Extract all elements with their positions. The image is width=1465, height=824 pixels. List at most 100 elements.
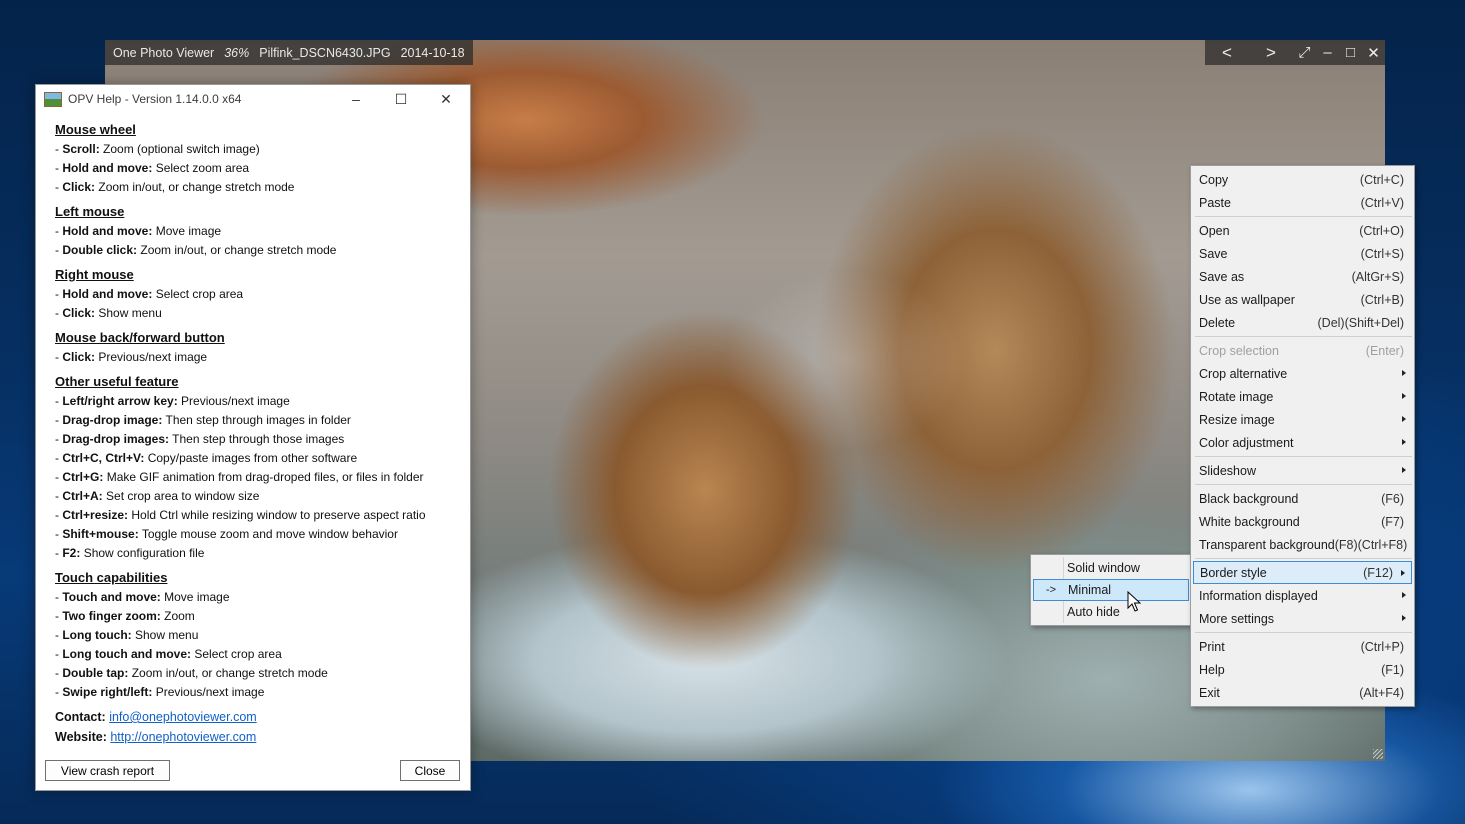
- help-line: - F2: Show configuration file: [55, 544, 451, 563]
- help-line: - Ctrl+C, Ctrl+V: Copy/paste images from…: [55, 449, 451, 468]
- mouse-pointer-icon: [1127, 591, 1141, 612]
- menu-separator: [1195, 336, 1412, 337]
- menu-item-information-displayed[interactable]: Information displayed: [1193, 584, 1412, 607]
- submenu-item-auto-hide[interactable]: Auto hide: [1033, 601, 1189, 623]
- help-line: - Two finger zoom: Zoom: [55, 607, 451, 626]
- help-line: - Ctrl+resize: Hold Ctrl while resizing …: [55, 506, 451, 525]
- menu-item-color-adjustment[interactable]: Color adjustment: [1193, 431, 1412, 454]
- help-titlebar[interactable]: OPV Help - Version 1.14.0.0 x64 – ☐ ✕: [36, 85, 470, 113]
- help-line-key: Shift+mouse:: [62, 527, 139, 541]
- menu-item-save-as[interactable]: Save as (AltGr+S): [1193, 265, 1412, 288]
- help-line-key: Click:: [62, 180, 96, 194]
- help-line-key: Long touch and move:: [62, 647, 192, 661]
- menu-item-more-settings[interactable]: More settings: [1193, 607, 1412, 630]
- help-line: - Hold and move: Select crop area: [55, 285, 451, 304]
- help-line-text: Move image: [155, 224, 222, 238]
- menu-item-copy[interactable]: Copy (Ctrl+C): [1193, 168, 1412, 191]
- contact-link[interactable]: info@onephotoviewer.com: [109, 710, 257, 724]
- help-line-key: Double click:: [62, 243, 138, 257]
- menu-item-label: Save: [1199, 246, 1228, 261]
- menu-item-crop-selection: Crop selection (Enter): [1193, 339, 1412, 362]
- menu-item-save[interactable]: Save (Ctrl+S): [1193, 242, 1412, 265]
- help-line: - Hold and move: Select zoom area: [55, 159, 451, 178]
- menu-item-crop-alternative[interactable]: Crop alternative: [1193, 362, 1412, 385]
- help-line-text: Zoom in/out, or change stretch mode: [131, 666, 328, 680]
- menu-item-label: White background: [1199, 514, 1300, 529]
- menu-item-shortcut: (Alt+F4): [1359, 685, 1404, 700]
- menu-item-help[interactable]: Help (F1): [1193, 658, 1412, 681]
- fullscreen-button[interactable]: ⤢: [1293, 40, 1316, 65]
- help-line-text: Select zoom area: [155, 161, 250, 175]
- help-section-title: Touch capabilities: [55, 570, 168, 585]
- help-line-text: Show menu: [98, 306, 162, 320]
- submenu-item-minimal[interactable]: -> Minimal: [1033, 579, 1189, 601]
- menu-separator: [1195, 456, 1412, 457]
- previous-image-button[interactable]: <: [1205, 40, 1249, 65]
- menu-item-transparent-background[interactable]: Transparent background (F8)(Ctrl+F8): [1193, 533, 1412, 556]
- menu-item-use-as-wallpaper[interactable]: Use as wallpaper (Ctrl+B): [1193, 288, 1412, 311]
- viewer-maximize-button[interactable]: □: [1339, 40, 1362, 65]
- help-line-text: Move image: [164, 590, 230, 604]
- viewer-controls: < > ⤢ – □ ✕: [1205, 40, 1385, 65]
- website-link[interactable]: http://onephotoviewer.com: [110, 730, 256, 744]
- help-line: - Double tap: Zoom in/out, or change str…: [55, 664, 451, 683]
- menu-item-slideshow[interactable]: Slideshow: [1193, 459, 1412, 482]
- help-line-text: Previous/next image: [181, 394, 290, 408]
- menu-item-label: Paste: [1199, 195, 1231, 210]
- help-line: - Click: Zoom in/out, or change stretch …: [55, 178, 451, 197]
- help-line-key: Two finger zoom:: [62, 609, 161, 623]
- next-image-button[interactable]: >: [1249, 40, 1293, 65]
- menu-item-black-background[interactable]: Black background (F6): [1193, 487, 1412, 510]
- help-line: - Double click: Zoom in/out, or change s…: [55, 241, 451, 260]
- help-line-text: Previous/next image: [98, 350, 208, 364]
- menu-item-label: Help: [1199, 662, 1225, 677]
- menu-item-label: Crop alternative: [1199, 366, 1288, 381]
- submenu-item-solid-window[interactable]: Solid window: [1033, 557, 1189, 579]
- menu-item-rotate-image[interactable]: Rotate image: [1193, 385, 1412, 408]
- help-line: - Left/right arrow key: Previous/next im…: [55, 392, 451, 411]
- menu-item-label: Information displayed: [1199, 588, 1318, 603]
- menu-item-exit[interactable]: Exit (Alt+F4): [1193, 681, 1412, 704]
- submenu-arrow-icon: [1402, 467, 1406, 473]
- menu-item-shortcut: (Del)(Shift+Del): [1317, 315, 1404, 330]
- menu-item-border-style[interactable]: Border style (F12): [1193, 561, 1412, 584]
- menu-item-open[interactable]: Open (Ctrl+O): [1193, 219, 1412, 242]
- menu-item-shortcut: (F8)(Ctrl+F8): [1334, 537, 1408, 552]
- menu-item-shortcut: (F1): [1381, 662, 1404, 677]
- menu-item-label: Color adjustment: [1199, 435, 1294, 450]
- help-maximize-button[interactable]: ☐: [378, 85, 424, 113]
- contact-link-row: Contact: info@onephotoviewer.com: [55, 707, 451, 727]
- menu-item-print[interactable]: Print (Ctrl+P): [1193, 635, 1412, 658]
- help-line: - Long touch and move: Select crop area: [55, 645, 451, 664]
- help-line-key: Drag-drop images:: [62, 432, 170, 446]
- menu-item-resize-image[interactable]: Resize image: [1193, 408, 1412, 431]
- help-line-key: Ctrl+C, Ctrl+V:: [62, 451, 145, 465]
- submenu-arrow-icon: [1402, 592, 1406, 598]
- view-crash-report-button[interactable]: View crash report: [45, 760, 170, 781]
- viewer-minimize-button[interactable]: –: [1316, 40, 1339, 65]
- submenu-arrow-icon: [1402, 370, 1406, 376]
- viewer-close-button[interactable]: ✕: [1362, 40, 1385, 65]
- help-line: - Drag-drop image: Then step through ima…: [55, 411, 451, 430]
- help-line-key: Ctrl+resize:: [62, 508, 129, 522]
- help-line-text: Previous/next image: [155, 685, 265, 699]
- menu-item-label: Border style: [1200, 565, 1267, 580]
- help-line: - Shift+mouse: Toggle mouse zoom and mov…: [55, 525, 451, 544]
- menu-item-shortcut: (F6): [1381, 491, 1404, 506]
- submenu-item-label: Auto hide: [1067, 605, 1120, 619]
- help-line-text: Set crop area to window size: [106, 489, 260, 503]
- submenu-item-label: Solid window: [1067, 561, 1140, 575]
- help-close-text-button[interactable]: Close: [400, 760, 460, 781]
- menu-item-white-background[interactable]: White background (F7): [1193, 510, 1412, 533]
- menu-item-shortcut: (F7): [1381, 514, 1404, 529]
- menu-item-delete[interactable]: Delete (Del)(Shift+Del): [1193, 311, 1412, 334]
- resize-grip-icon[interactable]: [1373, 749, 1383, 759]
- menu-item-label: More settings: [1199, 611, 1275, 626]
- menu-item-label: Exit: [1199, 685, 1220, 700]
- help-close-button[interactable]: ✕: [423, 85, 469, 113]
- help-minimize-button[interactable]: –: [333, 85, 379, 113]
- help-line-key: F2:: [62, 546, 81, 560]
- expand-icon: ⤢: [1298, 44, 1311, 61]
- menu-item-paste[interactable]: Paste (Ctrl+V): [1193, 191, 1412, 214]
- image-info-bar: One Photo Viewer 36% Pilfink_DSCN6430.JP…: [105, 40, 473, 65]
